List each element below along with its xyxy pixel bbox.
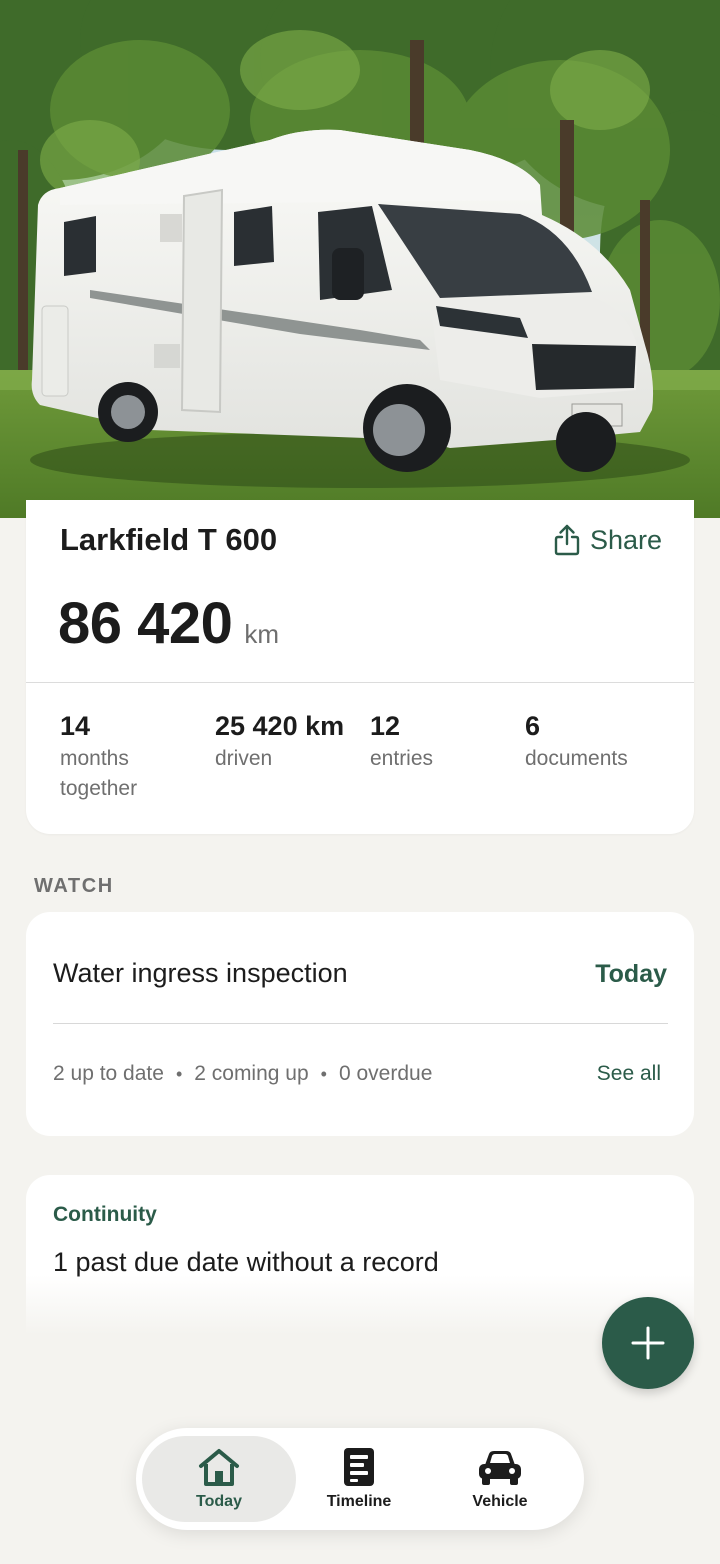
add-entry-button[interactable] <box>602 1297 694 1389</box>
car-icon <box>479 1451 521 1485</box>
motorhome-illustration <box>0 0 720 518</box>
watch-item-title: Water ingress inspection <box>53 958 348 988</box>
divider <box>53 1023 668 1024</box>
nav-label: Timeline <box>326 1493 392 1510</box>
vehicle-name: Larkfield T 600 <box>60 522 278 557</box>
nav-vehicle[interactable]: Vehicle <box>434 1436 566 1522</box>
nav-timeline[interactable]: Timeline <box>294 1436 424 1522</box>
bottom-navigation: Today Timeline Vehicle <box>136 1428 584 1530</box>
separator-dot: • <box>320 1063 327 1084</box>
hero-vehicle-photo <box>0 0 720 518</box>
separator-dot: • <box>175 1063 183 1084</box>
watch-card[interactable]: Water ingress inspection Today 2 up to d… <box>26 912 694 1136</box>
watch-item-due: Today <box>595 960 667 988</box>
watch-section-title: WATCH <box>34 875 114 897</box>
stat-months: 14 months together <box>60 710 215 804</box>
stat-label: months together <box>60 747 138 800</box>
stat-documents: 6 documents <box>525 710 680 804</box>
share-button[interactable]: Share <box>554 524 662 556</box>
share-icon <box>554 524 580 556</box>
summary-up-to-date: 2 up to date <box>53 1062 164 1085</box>
stat-value: 14 <box>60 711 91 741</box>
vehicle-stats: 14 months together 25 420 km driven 12 e… <box>60 710 680 804</box>
stat-label: entries <box>370 747 434 770</box>
odometer-value: 86 420 <box>58 591 233 656</box>
continuity-card[interactable]: Continuity 1 past due date without a rec… <box>26 1175 694 1335</box>
continuity-label: Continuity <box>53 1203 157 1226</box>
nav-label: Today <box>196 1493 242 1510</box>
home-icon <box>199 1449 239 1486</box>
see-all-link[interactable]: See all <box>597 1062 661 1086</box>
summary-coming-up: 2 coming up <box>194 1062 309 1085</box>
stat-value: 12 <box>370 711 401 741</box>
share-label: Share <box>589 524 662 555</box>
timeline-icon <box>344 1448 374 1486</box>
stat-entries: 12 entries <box>370 710 525 804</box>
odometer-reading: 86 420 km <box>58 590 279 657</box>
odometer-unit: km <box>244 619 280 649</box>
watch-summary: 2 up to date • 2 coming up • 0 overdue <box>53 1062 432 1086</box>
nav-label: Vehicle <box>472 1493 528 1510</box>
stat-driven: 25 420 km driven <box>215 710 370 804</box>
stat-label: documents <box>525 747 628 770</box>
plus-icon <box>631 1326 665 1360</box>
vehicle-summary-card: Larkfield T 600 Share 86 420 km 14 month… <box>26 500 694 834</box>
summary-overdue: 0 overdue <box>338 1062 433 1085</box>
stat-value: 25 420 km <box>215 711 345 741</box>
stat-label: driven <box>215 747 273 770</box>
stat-value: 6 <box>525 711 541 741</box>
divider <box>26 682 694 683</box>
nav-today[interactable]: Today <box>142 1436 296 1522</box>
continuity-title: 1 past due date without a record <box>53 1247 439 1277</box>
